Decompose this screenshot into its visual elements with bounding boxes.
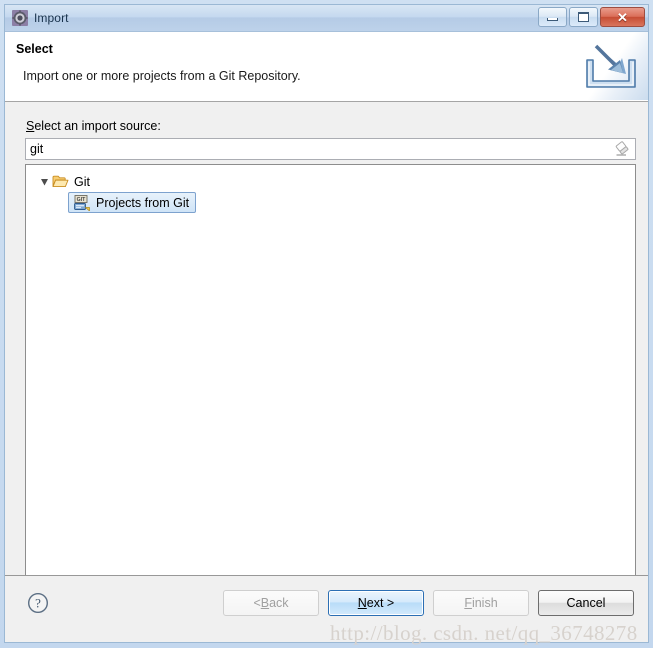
chevron-expanded-icon[interactable]	[38, 175, 52, 189]
next-button-mnemonic: N	[357, 596, 367, 610]
wizard-header: Select Import one or more projects from …	[5, 32, 648, 102]
tree-item-projects-from-git[interactable]: GIT Projects from Git	[68, 192, 197, 213]
maximize-button[interactable]	[569, 7, 598, 27]
import-dialog-window: Import ✕ Select Import one or more proje…	[0, 0, 653, 648]
filter-field[interactable]	[25, 138, 636, 160]
minimize-icon	[547, 18, 558, 21]
page-title: Select	[16, 42, 53, 56]
back-button-prefix: <	[253, 596, 261, 610]
next-button[interactable]: Next >	[328, 590, 424, 616]
import-source-label-rest: elect an import source:	[34, 119, 161, 133]
search-input[interactable]	[30, 140, 613, 158]
wizard-navigation-buttons: < Back Next > Finish Cancel	[223, 590, 634, 616]
finish-button-mnemonic: F	[464, 596, 472, 610]
close-button[interactable]: ✕	[600, 7, 645, 27]
import-wizard-icon	[11, 9, 29, 27]
finish-button-suffix: inish	[471, 596, 498, 610]
wizard-content: Select an import source: git Git GIT Pro…	[5, 102, 648, 615]
back-button[interactable]: < Back	[223, 590, 319, 616]
minimize-button[interactable]	[538, 7, 567, 27]
cancel-button[interactable]: Cancel	[538, 590, 634, 616]
back-button-suffix: ack	[269, 596, 289, 610]
dialog-frame: Import ✕ Select Import one or more proje…	[4, 4, 649, 643]
cancel-button-suffix: Cancel	[566, 596, 606, 610]
close-icon: ✕	[617, 9, 628, 25]
maximize-icon	[578, 12, 589, 22]
tree-item-git[interactable]: Git	[26, 171, 635, 192]
dialog-button-bar: ? < Back Next > Finish Cancel	[5, 575, 648, 642]
help-question-icon[interactable]: ?	[27, 592, 49, 614]
svg-text:GIT: GIT	[77, 197, 86, 203]
import-source-tree[interactable]: Git GIT Projects from Git	[25, 164, 636, 615]
window-title: Import	[34, 11, 69, 25]
next-button-suffix: ext >	[366, 596, 395, 610]
window-control-buttons: ✕	[538, 7, 645, 27]
open-folder-icon	[52, 174, 69, 189]
svg-text:?: ?	[35, 596, 41, 611]
eraser-clear-icon[interactable]	[613, 140, 633, 158]
git-projects-icon: GIT	[73, 194, 90, 212]
tree-item-label: Projects from Git	[96, 195, 190, 210]
import-arrow-tray-icon	[582, 40, 640, 94]
finish-button[interactable]: Finish	[433, 590, 529, 616]
back-button-mnemonic: B	[260, 596, 270, 610]
title-bar[interactable]: Import ✕	[5, 5, 648, 32]
page-description: Import one or more projects from a Git R…	[23, 69, 301, 83]
import-source-label: Select an import source:	[26, 119, 161, 133]
tree-item-label: Git	[74, 174, 90, 189]
